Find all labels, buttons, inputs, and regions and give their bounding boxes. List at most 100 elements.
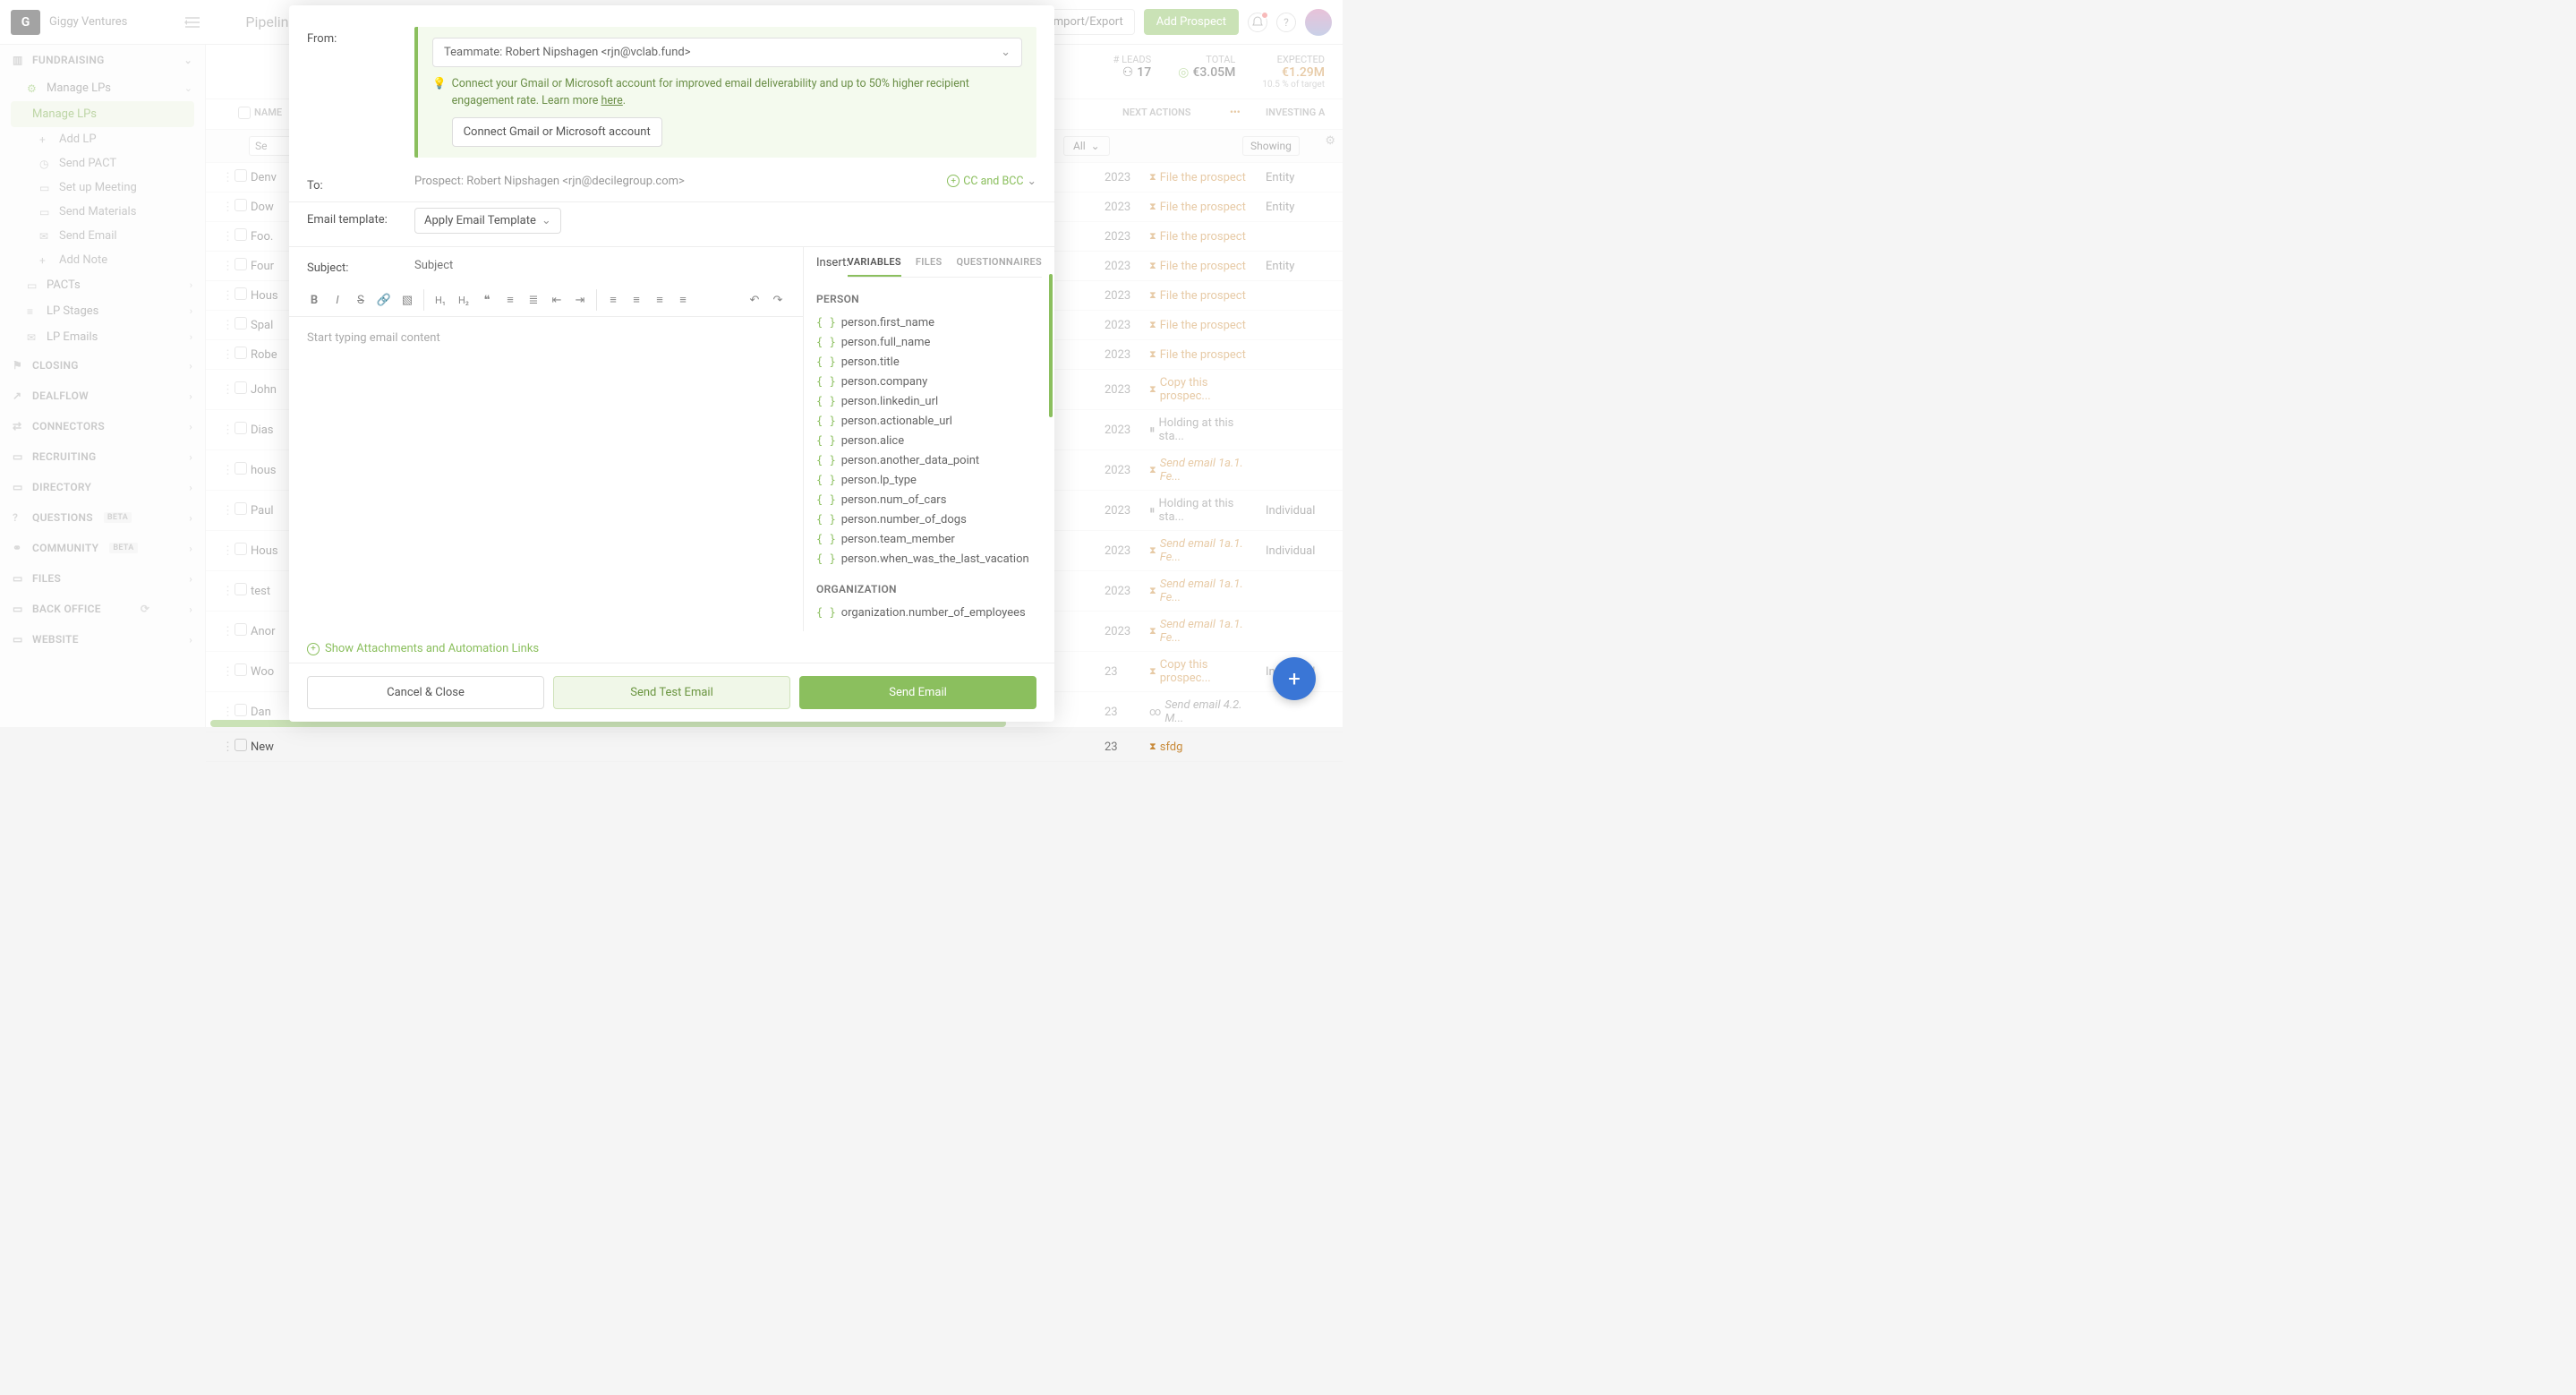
undo-icon[interactable]: ↶ — [744, 289, 765, 311]
variable-item[interactable]: { } organization.number_of_employees — [816, 603, 1042, 622]
strikethrough-icon[interactable]: S — [350, 289, 371, 311]
plus-circle-icon: + — [947, 175, 960, 187]
modal-footer: Cancel & Close Send Test Email Send Emai… — [289, 663, 1054, 722]
variable-name: person.alice — [841, 434, 904, 448]
braces-icon: { } — [816, 375, 836, 388]
row-name: New — [245, 740, 335, 754]
variable-item[interactable]: { } person.first_name — [816, 312, 1042, 332]
chevron-down-icon: ⌄ — [1001, 46, 1011, 59]
subject-label: Subject: — [307, 256, 414, 275]
variable-item[interactable]: { }person.actionable_url — [816, 411, 1042, 431]
variable-item[interactable]: { } person.full_name — [816, 332, 1042, 352]
tab-variables[interactable]: VARIABLES — [848, 256, 901, 277]
label: CC and BCC — [963, 175, 1023, 188]
align-justify-icon[interactable]: ≡ — [672, 289, 694, 311]
variable-name: person.company — [841, 375, 928, 389]
insert-panel: Insert: VARIABLES FILES QUESTIONNAIRES P… — [804, 247, 1054, 631]
cc-bcc-toggle[interactable]: + CC and BCC ⌄ — [947, 174, 1036, 188]
image-icon[interactable]: ▧ — [397, 289, 418, 311]
braces-icon: { } — [816, 474, 836, 486]
tab-files[interactable]: FILES — [916, 256, 943, 277]
braces-icon: { } — [816, 533, 836, 545]
row-next-action[interactable]: ⧗sfdg — [1144, 740, 1260, 754]
redo-icon[interactable]: ↷ — [767, 289, 789, 311]
variable-item[interactable]: { } person.linkedin_url — [816, 391, 1042, 411]
lightbulb-icon: 💡 — [432, 76, 447, 147]
cancel-button[interactable]: Cancel & Close — [307, 676, 544, 709]
table-row[interactable]: ⋮New23⧗sfdg — [206, 732, 1343, 762]
status-icon: ⧗ — [1149, 740, 1156, 753]
fab-add-button[interactable]: + — [1273, 657, 1316, 700]
variable-item[interactable]: { } person.lp_type — [816, 470, 1042, 490]
variable-item[interactable]: { } person.num_of_cars — [816, 490, 1042, 509]
braces-icon: { } — [816, 493, 836, 506]
braces-icon: { } — [816, 355, 836, 368]
send-test-email-button[interactable]: Send Test Email — [553, 676, 790, 709]
show-attachments-link[interactable]: + Show Attachments and Automation Links — [307, 642, 1036, 655]
h2-icon[interactable]: H₂ — [453, 289, 474, 311]
italic-icon[interactable]: I — [327, 289, 348, 311]
link-icon[interactable]: 🔗 — [373, 289, 395, 311]
braces-icon: { } — [816, 415, 836, 427]
variable-name: person.another_data_point — [841, 454, 979, 467]
apply-template-dropdown[interactable]: Apply Email Template ⌄ — [414, 208, 561, 234]
variable-item[interactable]: { } person.when_was_the_last_vacation — [816, 549, 1042, 569]
variable-item[interactable]: { } person.alice — [816, 431, 1042, 450]
drag-handle-icon[interactable]: ⋮ — [217, 740, 229, 754]
panel-scrollbar[interactable] — [1049, 274, 1053, 417]
numbered-list-icon[interactable]: ≣ — [523, 289, 544, 311]
variable-item[interactable]: { } person.team_member — [816, 529, 1042, 549]
align-right-icon[interactable]: ≡ — [649, 289, 670, 311]
braces-icon: { } — [816, 454, 836, 466]
from-box: Teammate: Robert Nipshagen <rjn@vclab.fu… — [414, 27, 1036, 158]
variable-item[interactable]: { } person.title — [816, 352, 1042, 372]
align-center-icon[interactable]: ≡ — [626, 289, 647, 311]
from-teammate-dropdown[interactable]: Teammate: Robert Nipshagen <rjn@vclab.fu… — [432, 38, 1022, 67]
braces-icon: { } — [816, 336, 836, 348]
braces-icon: { } — [816, 395, 836, 407]
subject-input[interactable] — [414, 259, 785, 272]
braces-icon: { } — [816, 434, 836, 447]
variable-item[interactable]: { } person.number_of_dogs — [816, 509, 1042, 529]
editor-toolbar: B I S 🔗 ▧ H₁ H₂ ❝ ≡ ≣ ⇤ ⇥ ≡ ≡ ≡ — [289, 284, 803, 317]
label: Apply Email Template — [424, 214, 536, 227]
bullet-list-icon[interactable]: ≡ — [499, 289, 521, 311]
var-group-person: PERSON — [816, 293, 1042, 305]
braces-icon: { } — [816, 552, 836, 565]
tab-questionnaires[interactable]: QUESTIONNAIRES — [956, 256, 1042, 277]
variable-name: organization.number_of_employees — [841, 606, 1026, 620]
variable-name: person.first_name — [841, 316, 934, 329]
connect-account-button[interactable]: Connect Gmail or Microsoft account — [452, 117, 662, 148]
variable-item[interactable]: { } person.company — [816, 372, 1042, 391]
bold-icon[interactable]: B — [303, 289, 325, 311]
variable-name: person.lp_type — [841, 474, 917, 487]
to-label: To: — [307, 174, 414, 193]
h1-icon[interactable]: H₁ — [430, 289, 451, 311]
align-left-icon[interactable]: ≡ — [602, 289, 624, 311]
variable-name: person.num_of_cars — [841, 493, 947, 507]
variable-name: person.when_was_the_last_vacation — [841, 552, 1029, 566]
braces-icon: { } — [816, 316, 836, 329]
var-group-organization: ORGANIZATION — [816, 583, 1042, 595]
teammate-value: Teammate: Robert Nipshagen <rjn@vclab.fu… — [444, 46, 691, 59]
braces-icon: { } — [816, 513, 836, 526]
plus-circle-icon: + — [307, 643, 320, 655]
chevron-down-icon: ⌄ — [542, 214, 551, 227]
outdent-icon[interactable]: ⇤ — [546, 289, 567, 311]
variable-name: person.title — [841, 355, 900, 369]
chevron-down-icon: ⌄ — [1028, 174, 1036, 188]
variable-name: person.full_name — [841, 336, 931, 349]
variable-name: person.number_of_dogs — [841, 513, 967, 526]
braces-icon: { } — [816, 606, 836, 619]
indent-icon[interactable]: ⇥ — [569, 289, 591, 311]
variable-name: person.linkedin_url — [841, 395, 938, 408]
variable-name: person.team_member — [841, 533, 955, 546]
to-value[interactable]: Prospect: Robert Nipshagen <rjn@decilegr… — [414, 175, 685, 188]
variable-item[interactable]: { } person.another_data_point — [816, 450, 1042, 470]
send-email-modal: From: Teammate: Robert Nipshagen <rjn@vc… — [289, 5, 1054, 722]
send-email-button[interactable]: Send Email — [799, 676, 1036, 709]
email-body-editor[interactable]: Start typing email content — [289, 317, 803, 631]
quote-icon[interactable]: ❝ — [476, 289, 498, 311]
learn-more-link[interactable]: here — [601, 94, 623, 107]
connect-tip: 💡 Connect your Gmail or Microsoft accoun… — [432, 76, 1022, 147]
